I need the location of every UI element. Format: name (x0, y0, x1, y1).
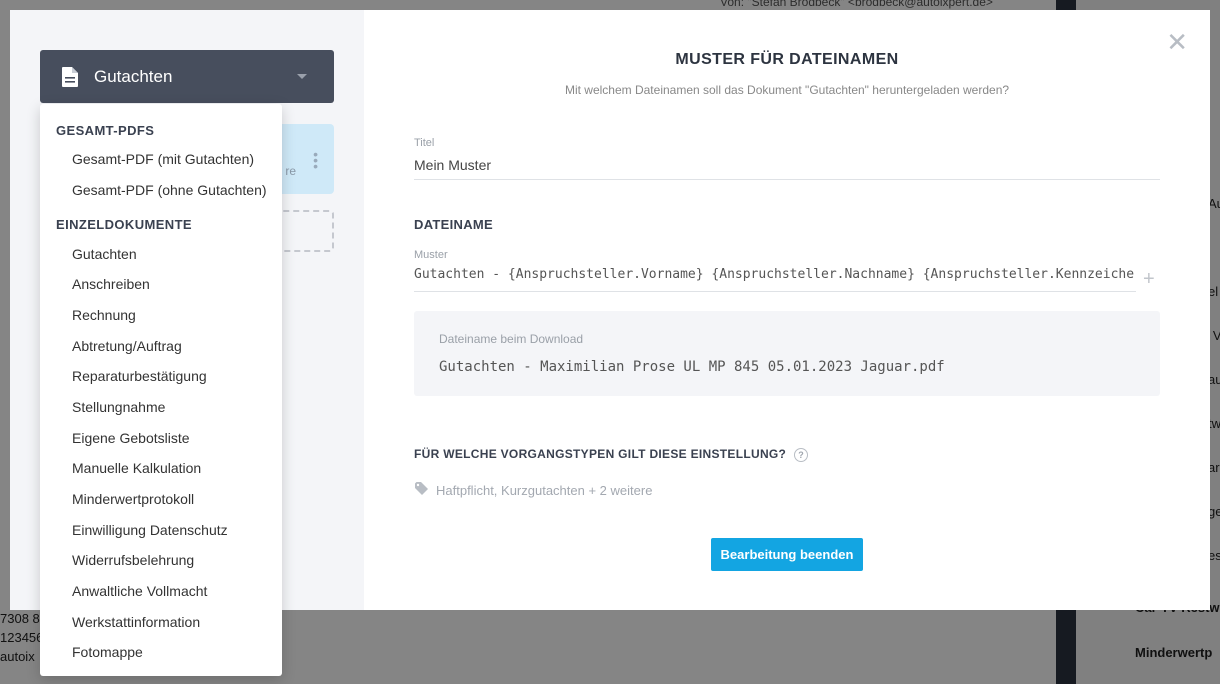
finish-editing-button[interactable]: Bearbeitung beenden (711, 538, 863, 571)
document-type-label: Gutachten (94, 67, 173, 86)
dropdown-item[interactable]: Anschreiben (72, 276, 150, 292)
modal-subtitle: Mit welchem Dateinamen soll das Dokument… (564, 83, 1010, 97)
dropdown-item[interactable]: Reparaturbestätigung (72, 368, 207, 384)
dropdown-item[interactable]: Gesamt-PDF (ohne Gutachten) (72, 182, 267, 198)
close-icon[interactable]: ✕ (1166, 29, 1188, 55)
dropdown-item[interactable]: Minderwertprotokoll (72, 491, 194, 507)
help-icon[interactable]: ? (794, 447, 809, 462)
dropdown-group-title: EINZELDOKUMENTE (56, 217, 192, 232)
dropdown-item[interactable]: Manuelle Kalkulation (72, 460, 201, 476)
dropdown-group-title: GESAMT-PDFS (56, 123, 155, 138)
title-field[interactable]: Mein Muster (414, 157, 491, 173)
document-type-select[interactable]: Gutachten (40, 50, 334, 103)
document-type-dropdown: GESAMT-PDFS Gesamt-PDF (mit Gutachten) G… (40, 104, 282, 676)
download-preview-box: Dateiname beim Download Gutachten - Maxi… (414, 311, 1160, 396)
title-field-underline (414, 179, 1160, 180)
dropdown-item[interactable]: Werkstattinformation (72, 614, 200, 630)
dropdown-item[interactable]: Fotomappe (72, 644, 143, 660)
filename-section-heading: DATEINAME (414, 217, 494, 232)
dropdown-item[interactable]: Rechnung (72, 307, 136, 323)
dropdown-item[interactable]: Eigene Gebotsliste (72, 430, 190, 446)
process-types-heading: FÜR WELCHE VORGANGSTYPEN GILT DIESE EINS… (414, 447, 809, 462)
download-preview-label: Dateiname beim Download (439, 332, 584, 346)
modal-title: MUSTER FÜR DATEINAMEN (675, 51, 899, 68)
add-placeholder-icon[interactable]: + (1143, 268, 1155, 291)
download-preview-value: Gutachten - Maximilian Prose UL MP 845 0… (439, 359, 945, 375)
dropdown-item[interactable]: Widerrufsbelehrung (72, 552, 194, 568)
title-field-label: Titel (414, 137, 435, 149)
process-types-selector[interactable]: Haftpflicht, Kurzgutachten + 2 weitere (415, 482, 652, 498)
pattern-field[interactable]: Gutachten - {Anspruchsteller.Vorname} {A… (414, 267, 1134, 282)
pattern-field-label: Muster (414, 249, 448, 261)
dropdown-item[interactable]: Anwaltliche Vollmacht (72, 583, 207, 599)
chevron-down-icon (297, 74, 307, 79)
dropdown-item[interactable]: Abtretung/Auftrag (72, 338, 182, 354)
dropdown-item[interactable]: Gesamt-PDF (mit Gutachten) (72, 151, 254, 167)
process-types-heading-text: FÜR WELCHE VORGANGSTYPEN GILT DIESE EINS… (414, 447, 787, 461)
pattern-field-underline (414, 291, 1136, 292)
process-types-value: Haftpflicht, Kurzgutachten + 2 weitere (436, 483, 653, 498)
dropdown-item[interactable]: Stellungnahme (72, 399, 165, 415)
file-document-icon (62, 67, 78, 87)
tag-icon (415, 482, 428, 498)
dropdown-item[interactable]: Einwilligung Datenschutz (72, 522, 228, 538)
more-vertical-icon[interactable]: • • • (313, 147, 318, 173)
dropdown-item[interactable]: Gutachten (72, 246, 137, 262)
pattern-list-item-fragment: re (285, 164, 296, 178)
